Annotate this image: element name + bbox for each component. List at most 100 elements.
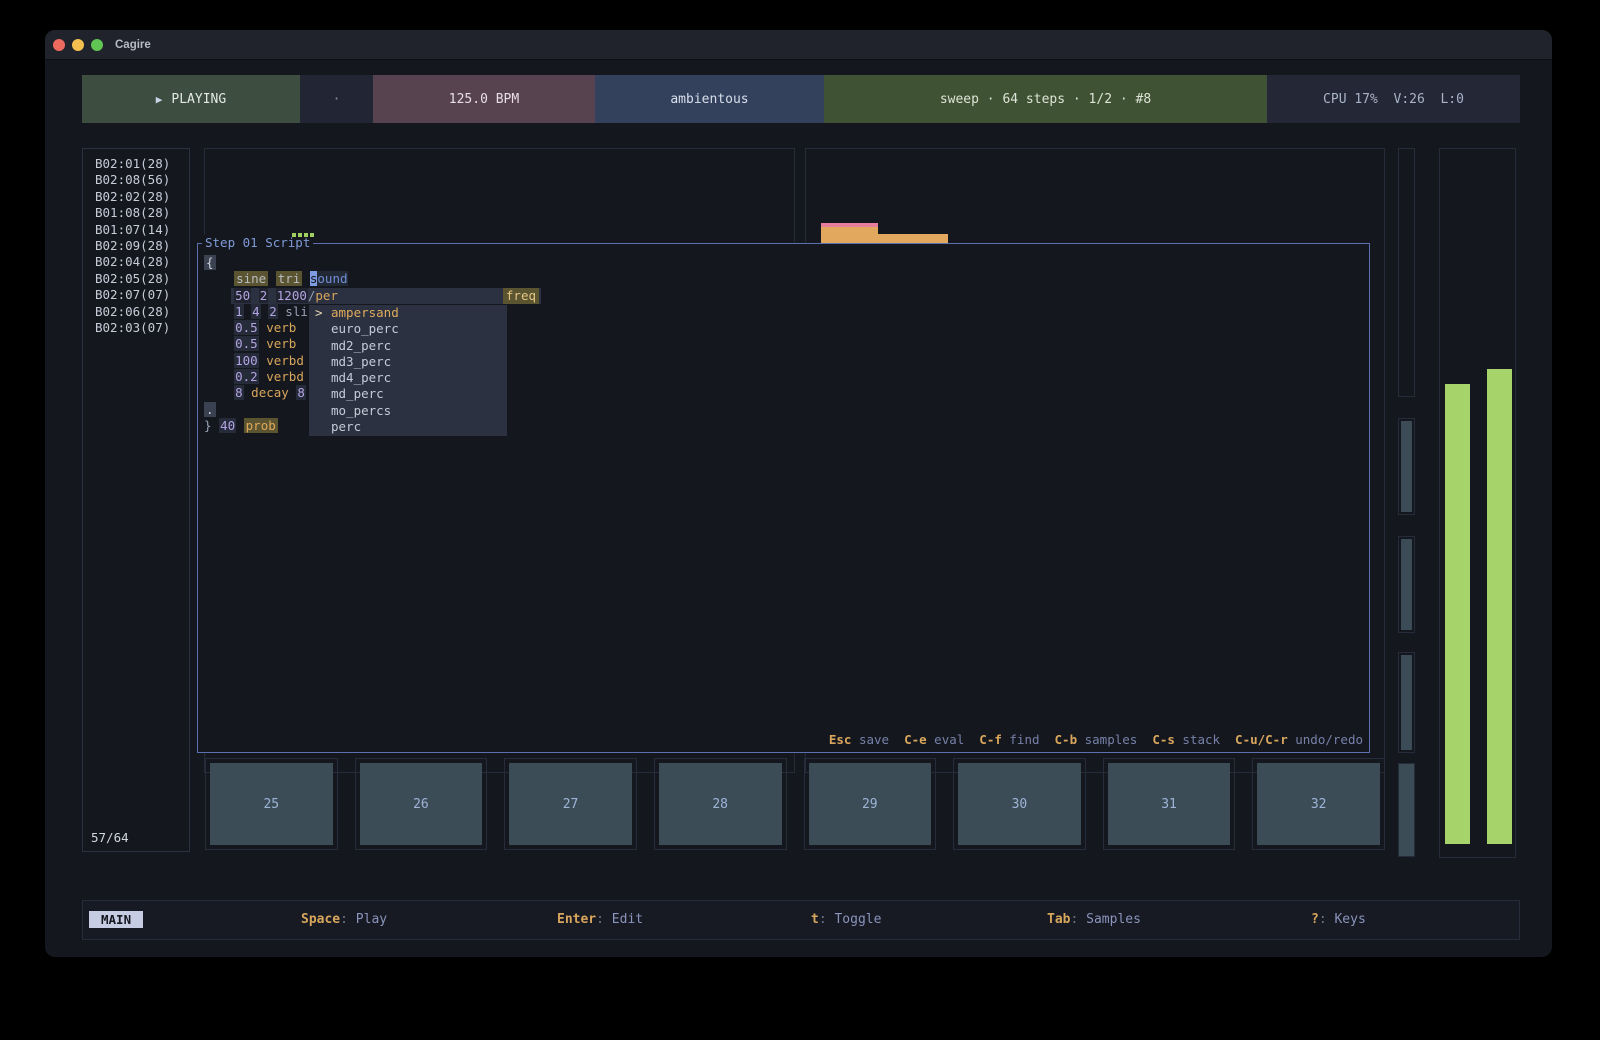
sample-list-item[interactable]: B02:01(28) — [83, 156, 189, 172]
code-text: 100 verbd — [204, 353, 304, 368]
sample-list-item[interactable]: B02:06(28) — [83, 304, 189, 320]
sample-list-item[interactable]: B02:05(28) — [83, 271, 189, 287]
side-step-cell[interactable] — [1398, 763, 1415, 857]
editor-hint: C-f find — [979, 732, 1039, 747]
play-icon: ▶ — [156, 93, 163, 106]
sample-list-item[interactable]: B02:03(07) — [83, 320, 189, 336]
editor-hint: C-e eval — [904, 732, 964, 747]
code-line[interactable]: sine tri sound — [204, 271, 1363, 287]
sample-list-item[interactable]: B02:07(07) — [83, 287, 189, 303]
step-button[interactable]: 25 — [205, 758, 338, 850]
side-track-bar — [1401, 655, 1412, 750]
close-icon[interactable] — [53, 39, 65, 51]
hint-key: t — [811, 912, 819, 927]
popup-item[interactable]: > ampersand — [309, 305, 507, 321]
popup-item[interactable]: mo_percs — [309, 403, 507, 419]
popup-item-label: mo_percs — [331, 403, 391, 418]
hint-key: C-u/C-r — [1235, 732, 1288, 747]
transport-label: PLAYING — [171, 92, 226, 107]
level-meter-bar — [1487, 369, 1512, 844]
footer-hint: ?: Keys — [1311, 901, 1366, 939]
sample-list-item[interactable]: B02:04(28) — [83, 254, 189, 270]
step-button-label: 25 — [210, 763, 333, 845]
code-text: 0.2 verbd — [204, 369, 304, 384]
step-button[interactable]: 32 — [1252, 758, 1385, 850]
hint-label: Keys — [1334, 912, 1365, 927]
sample-list-item[interactable]: B01:07(14) — [83, 222, 189, 238]
step-button[interactable]: 30 — [953, 758, 1086, 850]
window-title: Cagire — [115, 30, 151, 60]
meter-panel — [1439, 148, 1516, 858]
step-button[interactable]: 28 — [654, 758, 787, 850]
side-track-panel — [1398, 418, 1415, 515]
code-line[interactable]: { — [204, 255, 1363, 271]
code-text: 0.5 verb — [204, 320, 296, 335]
popup-item-label: ampersand — [331, 305, 399, 320]
code-line[interactable]: freq 50 2 1200/per — [204, 288, 1363, 304]
sample-list-item[interactable]: B02:08(56) — [83, 172, 189, 188]
hint-key: ? — [1311, 912, 1319, 927]
step-button-label: 29 — [809, 763, 932, 845]
hint-key: C-s — [1152, 732, 1175, 747]
sample-list-panel: B02:01(28)B02:08(56)B02:02(28)B01:08(28)… — [82, 148, 190, 852]
sample-list-item[interactable]: B01:08(28) — [83, 205, 189, 221]
bpm-display[interactable]: 125.0 BPM — [373, 75, 595, 123]
popup-item[interactable]: perc — [309, 419, 507, 435]
step-button-label: 27 — [509, 763, 632, 845]
footer-hint: Enter: Edit — [557, 901, 643, 939]
minimize-icon[interactable] — [72, 39, 84, 51]
code-text: 50 2 1200/per — [204, 288, 338, 303]
maximize-icon[interactable] — [91, 39, 103, 51]
side-track-panel — [1398, 652, 1415, 753]
sample-list: B02:01(28)B02:08(56)B02:02(28)B01:08(28)… — [83, 149, 189, 336]
editor-hint: Esc save — [829, 732, 889, 747]
activity-dots-icon — [292, 233, 314, 237]
selection-marker-icon: > — [315, 305, 323, 321]
hint-colon: : — [1319, 912, 1335, 927]
transport-status[interactable]: ▶ PLAYING — [82, 75, 300, 123]
pattern-info[interactable]: sweep · 64 steps · 1/2 · #8 — [824, 75, 1267, 123]
popup-item-label: md4_perc — [331, 370, 391, 385]
step-button[interactable]: 26 — [355, 758, 488, 850]
popup-item[interactable]: md4_perc — [309, 370, 507, 386]
step-grid: 25 26 27 28 29 303132 — [205, 758, 1385, 850]
hint-colon: : — [340, 912, 356, 927]
step-button[interactable]: 31 — [1103, 758, 1236, 850]
popup-item[interactable]: md2_perc — [309, 338, 507, 354]
code-text: 0.5 verb — [204, 336, 296, 351]
hint-label: eval — [927, 732, 965, 747]
sample-list-item[interactable]: B02:02(28) — [83, 189, 189, 205]
popup-item-label: perc — [331, 419, 361, 434]
hint-label: undo/redo — [1288, 732, 1363, 747]
popup-item-label: md2_perc — [331, 338, 391, 353]
mode-badge: MAIN — [89, 911, 143, 928]
hint-key: Enter — [557, 912, 596, 927]
hint-colon: : — [819, 912, 835, 927]
hint-label: Edit — [612, 912, 643, 927]
sample-list-item[interactable]: B02:09(28) — [83, 238, 189, 254]
step-button[interactable]: 29 — [804, 758, 937, 850]
script-editor[interactable]: Step 01 Script {sine tri soundfreq50 2 1… — [197, 243, 1370, 753]
footer-hint: Space: Play — [301, 901, 387, 939]
step-button-label: 28 — [659, 763, 782, 845]
code-text: 8 decay 8 — [204, 385, 306, 400]
editor-keybinding-hints: Esc saveC-e evalC-f findC-b samplesC-s s… — [829, 732, 1363, 747]
footer-hint: Tab: Samples — [1047, 901, 1141, 939]
editor-title: Step 01 Script — [202, 235, 313, 250]
pattern-note-bar — [821, 223, 878, 244]
code-text: sine tri sound — [204, 271, 348, 286]
popup-item[interactable]: md_perc — [309, 386, 507, 402]
code-text: . — [204, 402, 216, 417]
step-button[interactable]: 27 — [504, 758, 637, 850]
popup-item[interactable]: euro_perc — [309, 321, 507, 337]
side-track-bar — [1401, 421, 1412, 512]
param-hint: freq — [503, 288, 539, 304]
side-track-bar — [1401, 539, 1412, 630]
project-name[interactable]: ambientous — [595, 75, 824, 123]
popup-item[interactable]: md3_perc — [309, 354, 507, 370]
popup-item-label: euro_perc — [331, 321, 399, 336]
titlebar: Cagire — [45, 30, 1552, 60]
side-track-panel — [1398, 536, 1415, 633]
hint-key: C-b — [1055, 732, 1078, 747]
footer-hint: t: Toggle — [811, 901, 881, 939]
